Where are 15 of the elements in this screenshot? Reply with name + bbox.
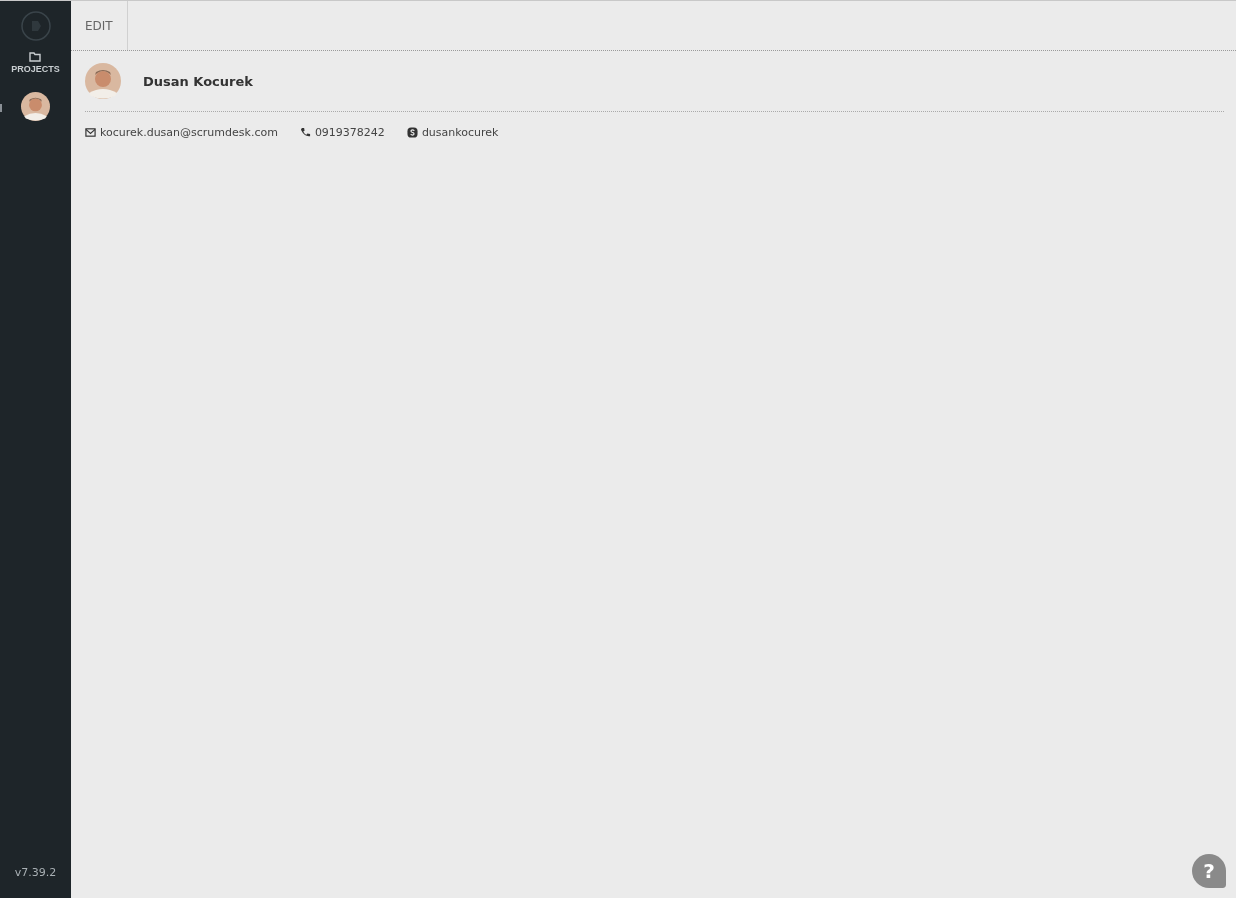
logo-icon — [20, 11, 51, 41]
version-label: v7.39.2 — [14, 866, 57, 879]
phone-icon — [299, 127, 311, 138]
projects-nav-item[interactable]: PROJECTS — [9, 50, 62, 76]
edit-button[interactable]: EDIT — [71, 1, 128, 50]
phone-text: 0919378242 — [314, 126, 385, 139]
help-button[interactable]: ? — [1192, 854, 1226, 888]
folder-icon — [29, 52, 42, 62]
email-text: kocurek.dusan@scrumdesk.com — [100, 126, 278, 139]
skype-text: dusankocurek — [421, 126, 499, 139]
skype-icon — [406, 127, 418, 138]
user-name: Dusan Kocurek — [143, 73, 253, 89]
envelope-icon — [85, 127, 96, 138]
avatar-icon — [21, 92, 50, 121]
avatar-icon — [85, 63, 121, 99]
